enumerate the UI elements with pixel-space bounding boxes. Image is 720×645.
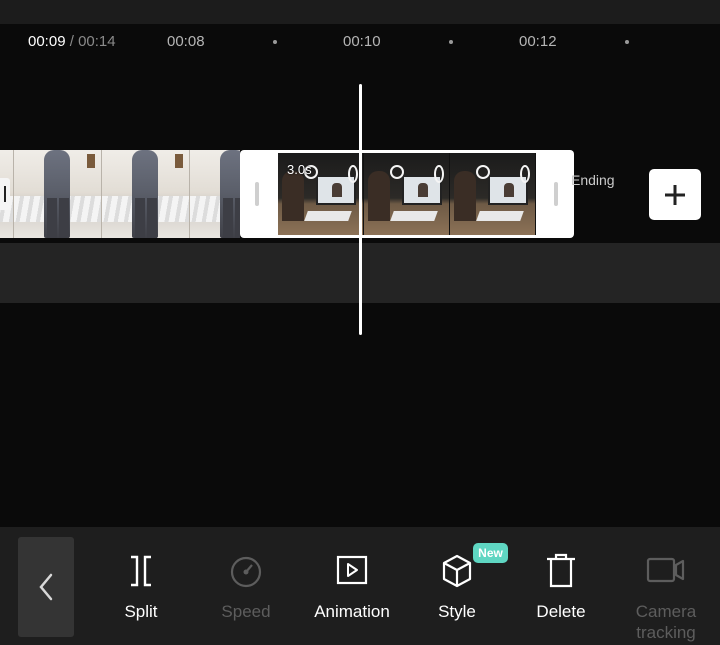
camera-tracking-label: Camera tracking (635, 602, 697, 642)
timecode: 00:09 / 00:14 (28, 33, 116, 50)
trash-icon (547, 553, 575, 588)
total-time: 00:14 (78, 33, 116, 50)
current-time: 00:09 (28, 33, 66, 50)
style-label: Style (438, 602, 476, 621)
status-bar (0, 0, 720, 24)
clip-1-trim-handle[interactable] (0, 178, 10, 210)
clip-thumbnail (450, 153, 536, 235)
speed-label: Speed (221, 602, 271, 621)
ruler-dot (449, 40, 453, 44)
new-badge: New (473, 543, 508, 563)
edit-toolbar: Split Speed Animation Style New Delete C… (0, 527, 720, 645)
camera-icon (646, 557, 685, 583)
clip-thumbnail (364, 153, 450, 235)
add-clip-button[interactable] (649, 169, 701, 220)
clip-thumbnail (14, 150, 102, 238)
chevron-left-icon (39, 573, 53, 601)
clip-duration: 3.0s (287, 162, 312, 177)
style-button[interactable]: Style (407, 553, 507, 622)
time-separator: / (69, 33, 74, 50)
ruler-dot (625, 40, 629, 44)
speed-button[interactable]: Speed (196, 553, 296, 622)
split-icon (131, 555, 151, 587)
clip-thumbnail (102, 150, 190, 238)
playhead[interactable] (359, 84, 362, 335)
ruler-dot (273, 40, 277, 44)
speedometer-icon (230, 556, 262, 588)
ruler-tick-label: 00:10 (343, 33, 381, 50)
delete-button[interactable]: Delete (511, 553, 611, 622)
split-button[interactable]: Split (91, 553, 191, 622)
animation-icon (336, 555, 368, 585)
ending-label[interactable]: Ending (571, 172, 615, 188)
back-button[interactable] (18, 537, 74, 637)
trim-handle-right[interactable] (554, 182, 558, 206)
clip-thumbnail (190, 150, 240, 238)
ruler-tick-label: 00:12 (519, 33, 557, 50)
animation-button[interactable]: Animation (302, 553, 402, 622)
cube-icon (442, 554, 472, 588)
camera-tracking-button[interactable]: Camera tracking (616, 553, 716, 643)
trim-handle-left[interactable] (255, 182, 259, 206)
video-clip-2-selected[interactable]: 3.0s (240, 150, 574, 238)
animation-label: Animation (314, 602, 390, 621)
plus-icon (665, 184, 685, 205)
ruler-tick-label: 00:08 (167, 33, 205, 50)
timeline-ruler: 00:09 / 00:14 00:08 00:10 00:12 (0, 24, 720, 64)
video-clip-1[interactable] (0, 150, 240, 238)
split-label: Split (124, 602, 158, 621)
delete-label: Delete (536, 602, 586, 621)
